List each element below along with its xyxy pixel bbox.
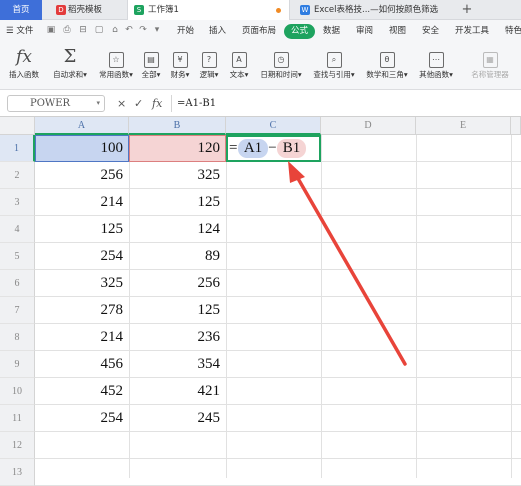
menu-insert[interactable]: 插入 (209, 20, 226, 42)
text-functions-label: 文本▾ (229, 70, 249, 79)
preview-icon[interactable]: ▢ (94, 25, 104, 36)
tab-home[interactable]: 首页 (0, 0, 42, 20)
datetime-icon: ◷ (273, 52, 289, 68)
tab-workbook[interactable]: S 工作簿1 (127, 0, 290, 20)
menu-page-layout[interactable]: 页面布局 (242, 20, 276, 42)
tab-web-article[interactable]: W Excel表格技...—如何按颜色筛选 (294, 0, 448, 20)
name-manager-label: 名称管理器 (471, 70, 509, 79)
math-trig-button[interactable]: θ 数学和三角▾ (362, 45, 412, 87)
fx-icon: fx (16, 47, 32, 67)
file-menu-label: 文件 (16, 26, 34, 36)
menu-developer[interactable]: 开发工具 (455, 20, 489, 42)
export-icon[interactable]: ⎙ (62, 25, 72, 36)
undo-icon[interactable]: ↶ (124, 25, 134, 36)
menu-bar: ☰ 文件 ▣ ⎙ ⊟ ▢ ⌂ ↶ ↷ ▾ 开始 插入 页面布局 公式 数据 审阅… (0, 20, 521, 42)
all-functions-button[interactable]: ▤ 全部▾ (138, 45, 164, 87)
menu-data[interactable]: 数据 (323, 20, 340, 42)
lookup-reference-button[interactable]: ⌕ 查找与引用▾ (309, 45, 359, 87)
autosum-button[interactable]: Σ 自动求和▾ (48, 45, 92, 87)
formula-input[interactable]: =A1-B1 (171, 95, 521, 112)
finance-icon: ¥ (172, 52, 188, 68)
lookup-icon: ⌕ (326, 52, 342, 68)
print-icon[interactable]: ⊟ (78, 25, 88, 36)
name-manager-button[interactable]: ▦ 名称管理器 (468, 45, 512, 87)
datetime-label: 日期和时间▾ (260, 70, 302, 79)
cancel-icon[interactable]: × (117, 96, 126, 111)
other-functions-button[interactable]: ⋯ 其他函数▾ (415, 45, 457, 87)
formula-bar: POWER ▾ × ✓ fx =A1-B1 (0, 90, 521, 117)
new-tab-button[interactable]: + (460, 0, 474, 20)
other-functions-label: 其他函数▾ (419, 70, 453, 79)
arrow-head (288, 161, 305, 183)
menu-home[interactable]: 开始 (177, 20, 194, 42)
spreadsheet-grid[interactable]: A B C D E 1 2 256 325 3 214 125 4 125 124 5 254 89 6 3… (0, 117, 521, 486)
financial-button[interactable]: ¥ 财务▾ (167, 45, 193, 87)
math-icon: θ (379, 52, 395, 68)
name-manager-icon: ▦ (482, 52, 498, 68)
word-doc-icon: W (300, 5, 310, 15)
insert-function-label: 插入函数 (9, 70, 39, 79)
tab-web-label: Excel表格技...—如何按颜色筛选 (314, 5, 439, 15)
unsaved-dot-icon (276, 8, 281, 13)
menu-review[interactable]: 审阅 (356, 20, 373, 42)
logical-label: 逻辑▾ (199, 70, 219, 79)
sum-icon: Σ (63, 46, 77, 67)
autosum-label: 自动求和▾ (53, 70, 87, 79)
save-icon[interactable]: ▣ (46, 25, 56, 36)
annotation-arrow (288, 161, 407, 366)
hamburger-icon: ☰ (6, 26, 17, 36)
lookup-reference-label: 查找与引用▾ (313, 70, 355, 79)
common-functions-label: 常用函数▾ (99, 70, 133, 79)
redo-icon[interactable]: ↷ (138, 25, 148, 36)
tab-workbook-label: 工作簿1 (148, 5, 179, 15)
menu-formulas[interactable]: 公式 (284, 24, 316, 39)
chevron-down-icon[interactable]: ▾ (96, 96, 100, 111)
all-functions-label: 全部▾ (141, 70, 161, 79)
formula-ribbon: fx 插入函数 Σ 自动求和▾ ☆ 常用函数▾ ▤ 全部▾ ¥ 财务▾ ? 逻辑… (0, 42, 521, 90)
common-functions-button[interactable]: ☆ 常用函数▾ (94, 45, 138, 87)
text-functions-button[interactable]: A 文本▾ (225, 45, 253, 87)
logical-button[interactable]: ? 逻辑▾ (196, 45, 222, 87)
insert-function-button[interactable]: fx 插入函数 (4, 45, 44, 87)
title-tab-bar: 首页 D 稻壳模板 S 工作簿1 W Excel表格技...—如何按颜色筛选 + (0, 0, 521, 20)
confirm-icon[interactable]: ✓ (134, 96, 143, 111)
other-func-icon: ⋯ (428, 52, 444, 68)
datetime-button[interactable]: ◷ 日期和时间▾ (256, 45, 306, 87)
tab-docer-label: 稻壳模板 (68, 5, 103, 15)
text-func-icon: A (231, 52, 247, 68)
menu-special[interactable]: 特色 (505, 20, 521, 42)
docer-logo-icon: D (56, 5, 66, 15)
menu-view[interactable]: 视图 (389, 20, 406, 42)
spreadsheet-icon: S (134, 5, 144, 15)
fx-icon[interactable]: fx (152, 96, 162, 111)
logic-icon: ? (201, 52, 217, 68)
star-func-icon: ☆ (108, 52, 124, 68)
financial-label: 财务▾ (170, 70, 190, 79)
name-box[interactable]: POWER ▾ (7, 95, 105, 112)
file-menu[interactable]: ☰ 文件 (6, 20, 33, 42)
math-trig-label: 数学和三角▾ (366, 70, 408, 79)
all-func-icon: ▤ (143, 52, 159, 68)
arrow-shaft (294, 173, 407, 366)
tab-docer-templates[interactable]: D 稻壳模板 (50, 0, 122, 20)
menu-security[interactable]: 安全 (422, 20, 439, 42)
name-box-value: POWER (30, 98, 71, 109)
format-painter-icon[interactable]: ⌂ (110, 25, 120, 36)
quick-access-chevron-icon[interactable]: ▾ (152, 25, 162, 36)
